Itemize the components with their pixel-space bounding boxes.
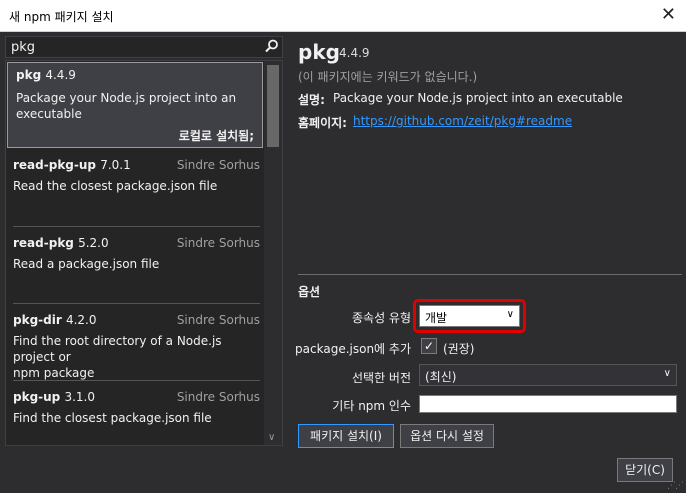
package-name: read-pkg (13, 236, 74, 250)
homepage-link[interactable]: https://github.com/zeit/pkg#readme (353, 114, 572, 128)
version-select[interactable]: (최신) ∨ (419, 364, 677, 386)
package-description: Read a package.json file (13, 257, 160, 271)
package-description-line: npm package (13, 366, 95, 380)
package-list[interactable]: pkg 4.4.9 Package your Node.js project i… (5, 60, 283, 446)
package-author: Sindre Sorhus (176, 236, 260, 250)
details-keywords: (이 패키지에는 키워드가 없습니다.) (298, 70, 478, 84)
recommended-label: (권장) (443, 342, 475, 356)
list-scrollbar[interactable]: ∨ (264, 61, 282, 445)
resize-grip-icon[interactable]: ⋰⋰ (667, 481, 684, 491)
version-value: (최신) (425, 370, 457, 384)
list-item-pkg-dir[interactable]: pkg-dir 4.2.0 Sindre Sorhus Find the roo… (13, 313, 260, 381)
title-bar: 새 npm 패키지 설치 ✕ (0, 0, 686, 32)
package-version: 4.4.9 (45, 68, 76, 82)
chevron-down-icon[interactable]: ∨ (268, 432, 275, 443)
package-description: Package your Node.js project into an exe… (16, 91, 237, 121)
details-package-name: pkg (298, 40, 340, 64)
list-divider (13, 380, 260, 381)
other-args-input[interactable] (419, 395, 677, 413)
checkmark-icon: ✓ (423, 339, 435, 353)
list-divider (13, 303, 260, 304)
dependency-type-label: 종속성 유형 (351, 311, 411, 325)
scrollbar-thumb[interactable] (267, 65, 279, 147)
list-item-pkg-up[interactable]: pkg-up 3.1.0 Sindre Sorhus Find the clos… (13, 390, 260, 426)
reset-options-button[interactable]: 옵션 다시 설정 (400, 424, 494, 448)
install-package-button[interactable]: 패키지 설치(I) (298, 424, 394, 448)
package-description: Find the root directory of a Node.js pro… (13, 333, 260, 381)
package-name: pkg (16, 68, 42, 82)
package-description: Find the closest package.json file (13, 411, 212, 425)
package-author: Sindre Sorhus (176, 158, 260, 172)
version-label: 선택한 버전 (351, 371, 411, 385)
package-author: Sindre Sorhus (176, 313, 260, 327)
list-divider (13, 226, 260, 227)
other-args-label: 기타 npm 인수 (332, 399, 411, 413)
package-version: 5.2.0 (78, 236, 109, 250)
search-input[interactable]: pkg (11, 40, 35, 55)
close-button[interactable]: 닫기(C) (617, 458, 673, 482)
install-status: 로컬로 설치됨; (178, 129, 254, 143)
package-name: read-pkg-up (13, 158, 96, 172)
package-version: 4.2.0 (65, 313, 97, 327)
list-item-read-pkg-up[interactable]: read-pkg-up 7.0.1 Sindre Sorhus Read the… (13, 158, 260, 194)
package-version: 7.0.1 (100, 158, 131, 172)
close-icon[interactable]: ✕ (661, 4, 676, 25)
list-item-pkg[interactable]: pkg 4.4.9 Package your Node.js project i… (7, 62, 263, 148)
homepage-label: 홈페이지: (298, 116, 347, 130)
package-name-row: pkg 4.4.9 (16, 68, 76, 82)
chevron-down-icon: ∨ (663, 368, 671, 379)
package-name: pkg-up (13, 390, 61, 404)
list-item-read-pkg[interactable]: read-pkg 5.2.0 Sindre Sorhus Read a pack… (13, 236, 260, 272)
window-title: 새 npm 패키지 설치 (9, 10, 114, 24)
package-description-line: Find the root directory of a Node.js pro… (13, 334, 222, 364)
package-description: Read the closest package.json file (13, 179, 218, 193)
description-label: 설명: (298, 93, 325, 107)
details-package-version: 4.4.9 (339, 46, 370, 60)
search-icon[interactable] (265, 39, 279, 53)
options-title: 옵션 (298, 285, 321, 299)
package-name: pkg-dir (13, 313, 62, 327)
details-description: Package your Node.js project into an exe… (333, 91, 623, 105)
search-box[interactable]: pkg (5, 36, 283, 58)
add-to-package-json-label: package.json에 추가 (295, 342, 411, 356)
annotation-highlight (413, 299, 526, 333)
package-author: Sindre Sorhus (176, 390, 260, 404)
package-version: 3.1.0 (64, 390, 96, 404)
options-divider (298, 274, 682, 275)
add-to-package-json-checkbox[interactable]: ✓ (421, 338, 437, 354)
